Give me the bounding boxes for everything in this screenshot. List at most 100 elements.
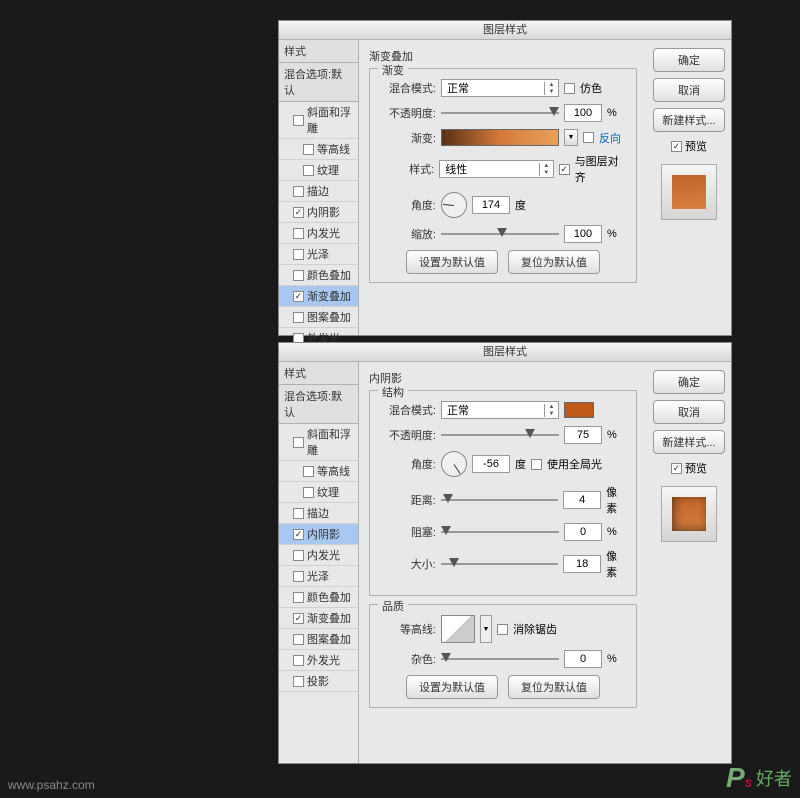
shadow-color-swatch[interactable] <box>564 402 594 418</box>
noise-slider[interactable] <box>441 653 559 665</box>
sidebar-checkbox[interactable] <box>293 550 304 561</box>
preview-label: 预览 <box>685 138 707 154</box>
opacity-input[interactable]: 100 <box>564 104 602 122</box>
contour-swatch[interactable] <box>441 615 475 643</box>
sidebar-item-0[interactable]: 斜面和浮雕 <box>279 424 358 461</box>
global-light-checkbox[interactable] <box>531 459 542 470</box>
reset-default-button[interactable]: 复位为默认值 <box>508 250 600 274</box>
sidebar-checkbox[interactable] <box>293 115 304 126</box>
sidebar-item-3[interactable]: 描边 <box>279 181 358 202</box>
sidebar-checkbox[interactable] <box>293 228 304 239</box>
contour-dropdown-button[interactable]: ▼ <box>480 615 492 643</box>
sidebar-item-7[interactable]: 颜色叠加 <box>279 587 358 608</box>
sidebar-checkbox[interactable] <box>293 634 304 645</box>
sidebar-checkbox[interactable] <box>293 592 304 603</box>
sidebar-item-9[interactable]: 图案叠加 <box>279 307 358 328</box>
opacity-slider[interactable] <box>441 429 559 441</box>
new-style-button[interactable]: 新建样式... <box>653 108 725 132</box>
cancel-button[interactable]: 取消 <box>653 400 725 424</box>
reset-default-button[interactable]: 复位为默认值 <box>508 675 600 699</box>
sidebar-checkbox[interactable] <box>293 270 304 281</box>
angle-input[interactable]: -56 <box>472 455 510 473</box>
sidebar-checkbox[interactable] <box>293 207 304 218</box>
sidebar-checkbox[interactable] <box>303 487 314 498</box>
antialias-checkbox[interactable] <box>497 624 508 635</box>
sidebar-item-5[interactable]: 内发光 <box>279 223 358 244</box>
noise-input[interactable]: 0 <box>564 650 602 668</box>
degree-label: 度 <box>515 197 526 213</box>
scale-input[interactable]: 100 <box>564 225 602 243</box>
sidebar-checkbox[interactable] <box>293 312 304 323</box>
sidebar-checkbox[interactable] <box>293 249 304 260</box>
sidebar-item-6[interactable]: 光泽 <box>279 566 358 587</box>
distance-input[interactable]: 4 <box>563 491 601 509</box>
sidebar-checkbox[interactable] <box>303 165 314 176</box>
choke-input[interactable]: 0 <box>564 523 602 541</box>
scale-slider[interactable] <box>441 228 559 240</box>
sidebar-header-styles[interactable]: 样式 <box>279 40 358 63</box>
sidebar-item-2[interactable]: 纹理 <box>279 160 358 181</box>
sidebar-header-styles[interactable]: 样式 <box>279 362 358 385</box>
ok-button[interactable]: 确定 <box>653 370 725 394</box>
sidebar-item-3[interactable]: 描边 <box>279 503 358 524</box>
sidebar-checkbox[interactable] <box>293 291 304 302</box>
sidebar-item-5[interactable]: 内发光 <box>279 545 358 566</box>
sidebar-checkbox[interactable] <box>293 437 304 448</box>
angle-dial[interactable] <box>441 192 467 218</box>
sidebar-item-4[interactable]: 内阴影 <box>279 524 358 545</box>
blend-mode-select[interactable]: 正常 <box>441 401 559 419</box>
distance-label: 距离: <box>378 492 436 508</box>
choke-slider[interactable] <box>441 526 559 538</box>
blend-mode-select[interactable]: 正常 <box>441 79 559 97</box>
sidebar-item-label: 等高线 <box>317 141 350 157</box>
titlebar[interactable]: 图层样式 <box>279 21 731 40</box>
titlebar[interactable]: 图层样式 <box>279 343 731 362</box>
sidebar-checkbox[interactable] <box>303 466 314 477</box>
style-select[interactable]: 线性 <box>439 160 553 178</box>
size-slider[interactable] <box>441 558 559 570</box>
reverse-checkbox[interactable] <box>583 132 594 143</box>
preview-checkbox[interactable] <box>671 463 682 474</box>
sidebar-header-blend[interactable]: 混合选项:默认 <box>279 63 358 102</box>
preview-label: 预览 <box>685 460 707 476</box>
sidebar-item-0[interactable]: 斜面和浮雕 <box>279 102 358 139</box>
sidebar-item-8[interactable]: 渐变叠加 <box>279 286 358 307</box>
angle-dial[interactable] <box>441 451 467 477</box>
percent-label: % <box>607 107 617 119</box>
opacity-input[interactable]: 75 <box>564 426 602 444</box>
sidebar-header-blend[interactable]: 混合选项:默认 <box>279 385 358 424</box>
sidebar-checkbox[interactable] <box>293 571 304 582</box>
sidebar-checkbox[interactable] <box>293 529 304 540</box>
gradient-dropdown-button[interactable]: ▼ <box>564 129 578 146</box>
sidebar-checkbox[interactable] <box>293 676 304 687</box>
new-style-button[interactable]: 新建样式... <box>653 430 725 454</box>
set-default-button[interactable]: 设置为默认值 <box>406 250 498 274</box>
sidebar-checkbox[interactable] <box>293 186 304 197</box>
gradient-swatch[interactable] <box>441 129 559 146</box>
distance-slider[interactable] <box>441 494 559 506</box>
angle-input[interactable]: 174 <box>472 196 510 214</box>
set-default-button[interactable]: 设置为默认值 <box>406 675 498 699</box>
sidebar-item-1[interactable]: 等高线 <box>279 139 358 160</box>
sidebar-item-9[interactable]: 图案叠加 <box>279 629 358 650</box>
sidebar-checkbox[interactable] <box>293 508 304 519</box>
ok-button[interactable]: 确定 <box>653 48 725 72</box>
opacity-slider[interactable] <box>441 107 559 119</box>
sidebar-item-4[interactable]: 内阴影 <box>279 202 358 223</box>
sidebar-item-1[interactable]: 等高线 <box>279 461 358 482</box>
sidebar-item-8[interactable]: 渐变叠加 <box>279 608 358 629</box>
sidebar-checkbox[interactable] <box>303 144 314 155</box>
sidebar-item-6[interactable]: 光泽 <box>279 244 358 265</box>
preview-checkbox[interactable] <box>671 141 682 152</box>
align-checkbox[interactable] <box>559 164 570 175</box>
sidebar-item-7[interactable]: 颜色叠加 <box>279 265 358 286</box>
size-input[interactable]: 18 <box>563 555 601 573</box>
sidebar-item-11[interactable]: 投影 <box>279 671 358 692</box>
sidebar-item-label: 等高线 <box>317 463 350 479</box>
sidebar-checkbox[interactable] <box>293 613 304 624</box>
dither-checkbox[interactable] <box>564 83 575 94</box>
sidebar-checkbox[interactable] <box>293 655 304 666</box>
cancel-button[interactable]: 取消 <box>653 78 725 102</box>
sidebar-item-10[interactable]: 外发光 <box>279 650 358 671</box>
sidebar-item-2[interactable]: 纹理 <box>279 482 358 503</box>
